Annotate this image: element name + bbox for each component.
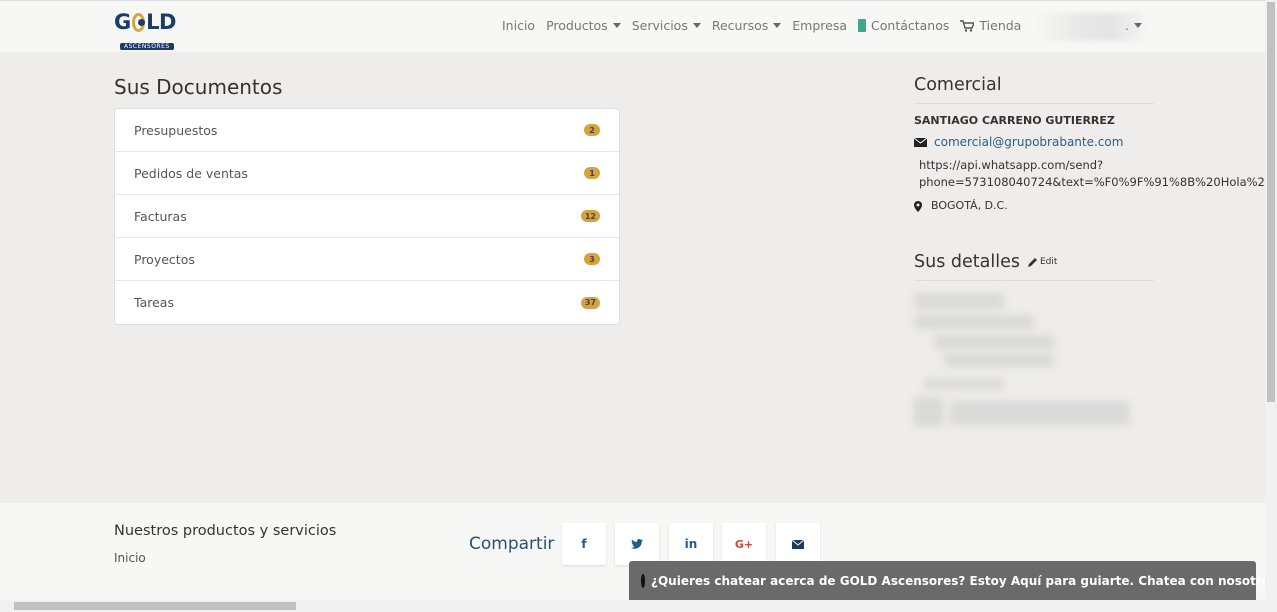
logo-subtitle: ASCENSORES: [120, 43, 174, 50]
doc-label: Presupuestos: [134, 122, 218, 138]
city-line: BOGOTÁ, D.C.: [914, 199, 1264, 212]
envelope-icon: [914, 138, 927, 147]
caret-down-icon: [692, 23, 701, 28]
whatsapp-link[interactable]: https://api.whatsapp.com/send? phone=573…: [919, 157, 1277, 191]
share-twitter-button[interactable]: [615, 523, 659, 565]
caret-down-icon: [612, 23, 621, 28]
share-label: Compartir: [469, 534, 555, 554]
share-email-button[interactable]: [776, 523, 820, 565]
chat-launcher-bar[interactable]: ¿Quieres chatear acerca de GOLD Ascensor…: [629, 561, 1277, 600]
footer-link-inicio[interactable]: Inicio: [114, 551, 146, 565]
count-badge: 1: [584, 167, 600, 179]
details-section: Sus detalles Edit: [914, 252, 1264, 443]
count-badge: 12: [580, 210, 600, 222]
edit-link[interactable]: Edit: [1027, 257, 1058, 267]
chat-text: ¿Quieres chatear acerca de GOLD Ascensor…: [651, 573, 1277, 588]
nav-label: Empresa: [792, 18, 848, 33]
email-link[interactable]: comercial@grupobrabante.com: [934, 135, 1123, 149]
whatsapp-line-2: phone=573108040724&text=%F0%9F%91%8B%20H…: [919, 175, 1277, 189]
nav-label: Servicios: [631, 18, 688, 33]
map-marker-icon: [914, 201, 922, 212]
doc-label: Facturas: [134, 208, 187, 224]
documents-list: Presupuestos 2 Pedidos de ventas 1 Factura…: [114, 108, 620, 325]
nav-label: Inicio: [502, 18, 536, 33]
facebook-icon: f: [581, 537, 587, 551]
logo-text-right: LD: [146, 10, 176, 34]
sidebar: Comercial SANTIAGO CARRENO GUTIERREZ com…: [914, 75, 1277, 443]
nav-recursos[interactable]: Recursos: [711, 18, 782, 33]
caret-down-icon: [1133, 23, 1142, 28]
navbar: G LD ASCENSORES Inicio Productos Servici…: [0, 0, 1265, 52]
doc-row-presupuestos[interactable]: Presupuestos 2: [115, 109, 619, 152]
nav-servicios[interactable]: Servicios: [632, 18, 701, 33]
edit-label: Edit: [1039, 257, 1058, 267]
count-badge: 3: [584, 253, 600, 265]
details-header: Sus detalles Edit: [914, 252, 1154, 281]
share-linkedin-button[interactable]: in: [669, 523, 713, 565]
user-name-tail: .: [1125, 18, 1129, 33]
vertical-scrollbar[interactable]: [1265, 0, 1277, 612]
logo-emblem-icon: [131, 12, 146, 32]
share-googleplus-button[interactable]: G+: [722, 523, 766, 565]
nav-inicio[interactable]: Inicio: [502, 18, 535, 33]
doc-row-proyectos[interactable]: Proyectos 3: [115, 238, 619, 281]
envelope-icon: [792, 539, 804, 549]
horizontal-scrollbar[interactable]: [0, 600, 1265, 612]
email-line: comercial@grupobrabante.com: [914, 135, 1264, 149]
redacted-details: [914, 293, 1154, 443]
nav-empresa[interactable]: Empresa: [792, 18, 847, 33]
main-nav: Inicio Productos Servicios Recursos Empr…: [502, 18, 1032, 33]
whatsapp-line: https://api.whatsapp.com/send? phone=573…: [914, 157, 1277, 191]
caret-down-icon: [773, 23, 782, 28]
doc-row-pedidos[interactable]: Pedidos de ventas 1: [115, 152, 619, 195]
twitter-icon: [631, 539, 643, 549]
nav-contactanos[interactable]: Contáctanos: [858, 18, 949, 33]
whatsapp-line-1: https://api.whatsapp.com/send?: [919, 158, 1104, 172]
vertical-scroll-thumb[interactable]: [1267, 2, 1275, 402]
gold-logo[interactable]: G LD ASCENSORES: [114, 10, 176, 50]
footer-title: Nuestros productos y servicios: [114, 523, 337, 539]
horizontal-scroll-thumb[interactable]: [14, 602, 296, 610]
details-title: Sus detalles: [914, 252, 1020, 272]
count-badge: 37: [580, 296, 600, 309]
commercial-title: Comercial: [914, 75, 1154, 104]
city-text: BOGOTÁ, D.C.: [931, 199, 1008, 212]
user-menu[interactable]: .: [1125, 18, 1142, 33]
page-title: Sus Documentos: [114, 75, 283, 99]
salesperson-name: SANTIAGO CARRENO GUTIERREZ: [914, 114, 1115, 127]
waving-hand-icon: [641, 573, 645, 588]
doc-label: Tareas: [134, 295, 174, 310]
google-plus-icon: G+: [734, 537, 754, 551]
doc-row-facturas[interactable]: Facturas 12: [115, 195, 619, 238]
nav-label: Productos: [546, 18, 608, 33]
nav-label: Recursos: [711, 18, 769, 33]
doc-label: Proyectos: [134, 251, 195, 267]
phone-icon: [858, 19, 867, 32]
cart-icon: [960, 19, 975, 32]
pencil-icon: [1027, 258, 1037, 267]
nav-productos[interactable]: Productos: [546, 18, 621, 33]
logo-text-left: G: [114, 10, 131, 34]
count-badge: 2: [584, 124, 600, 136]
share-facebook-button[interactable]: f: [562, 523, 606, 565]
nav-tienda[interactable]: Tienda: [960, 18, 1021, 33]
linkedin-icon: in: [684, 537, 698, 551]
nav-label: Tienda: [979, 18, 1022, 33]
doc-row-tareas[interactable]: Tareas 37: [115, 281, 619, 324]
doc-label: Pedidos de ventas: [134, 165, 248, 181]
nav-label: Contáctanos: [871, 18, 950, 33]
